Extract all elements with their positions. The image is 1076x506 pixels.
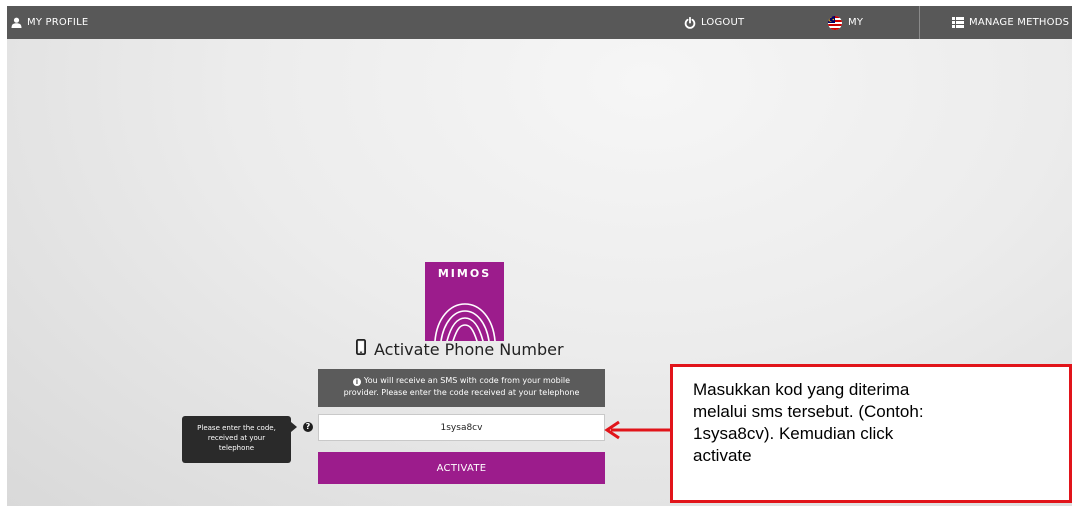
info-icon: i bbox=[352, 378, 361, 386]
sms-info-message: i You will receive an SMS with code from … bbox=[318, 369, 605, 407]
annotation-line-3: 1sysa8cv). Kemudian click bbox=[693, 424, 894, 443]
page-title: Activate Phone Number bbox=[355, 337, 586, 361]
instruction-annotation: Masukkan kod yang diterima melalui sms t… bbox=[670, 364, 1072, 503]
malaysia-flag-icon bbox=[827, 15, 843, 30]
tooltip-line-3: telephone bbox=[218, 444, 255, 452]
mimos-logo: MIMOS bbox=[425, 262, 504, 341]
tooltip-arrow bbox=[291, 422, 297, 432]
info-line-1: i You will receive an SMS with code from … bbox=[318, 375, 605, 387]
activate-button[interactable]: ACTIVATE bbox=[318, 452, 605, 484]
power-icon bbox=[684, 16, 696, 29]
manage-methods-link[interactable]: MANAGE METHODS bbox=[952, 6, 1069, 39]
page-title-text: Activate Phone Number bbox=[374, 339, 564, 359]
manage-methods-label: MANAGE METHODS bbox=[969, 17, 1070, 28]
language-selector[interactable]: MY bbox=[827, 6, 863, 39]
annotation-line-4: activate bbox=[693, 446, 752, 465]
language-label: MY bbox=[848, 17, 864, 28]
user-icon bbox=[11, 17, 22, 28]
logout-label: LOGOUT bbox=[701, 17, 745, 28]
annotation-arrow-icon bbox=[604, 420, 670, 440]
my-profile-label: MY PROFILE bbox=[27, 17, 89, 28]
code-help-tooltip: Please enter the code, received at your … bbox=[182, 416, 291, 463]
topbar-divider bbox=[919, 6, 920, 39]
help-icon[interactable]: ? bbox=[303, 422, 313, 432]
info-line-2: provider. Please enter the code received… bbox=[343, 388, 580, 397]
top-navigation-bar: MY PROFILE LOGOUT MY MANAGE METHODS bbox=[7, 6, 1072, 39]
tooltip-line-1: Please enter the code, bbox=[197, 424, 276, 432]
list-icon bbox=[952, 17, 964, 28]
my-profile-link[interactable]: MY PROFILE bbox=[11, 6, 88, 39]
activation-code-input[interactable] bbox=[318, 414, 605, 441]
annotation-line-1: Masukkan kod yang diterima bbox=[693, 380, 910, 399]
tooltip-line-2: received at your bbox=[207, 434, 266, 442]
annotation-line-2: melalui sms tersebut. (Contoh: bbox=[693, 402, 924, 421]
logout-link[interactable]: LOGOUT bbox=[684, 6, 744, 39]
phone-icon bbox=[355, 338, 366, 359]
